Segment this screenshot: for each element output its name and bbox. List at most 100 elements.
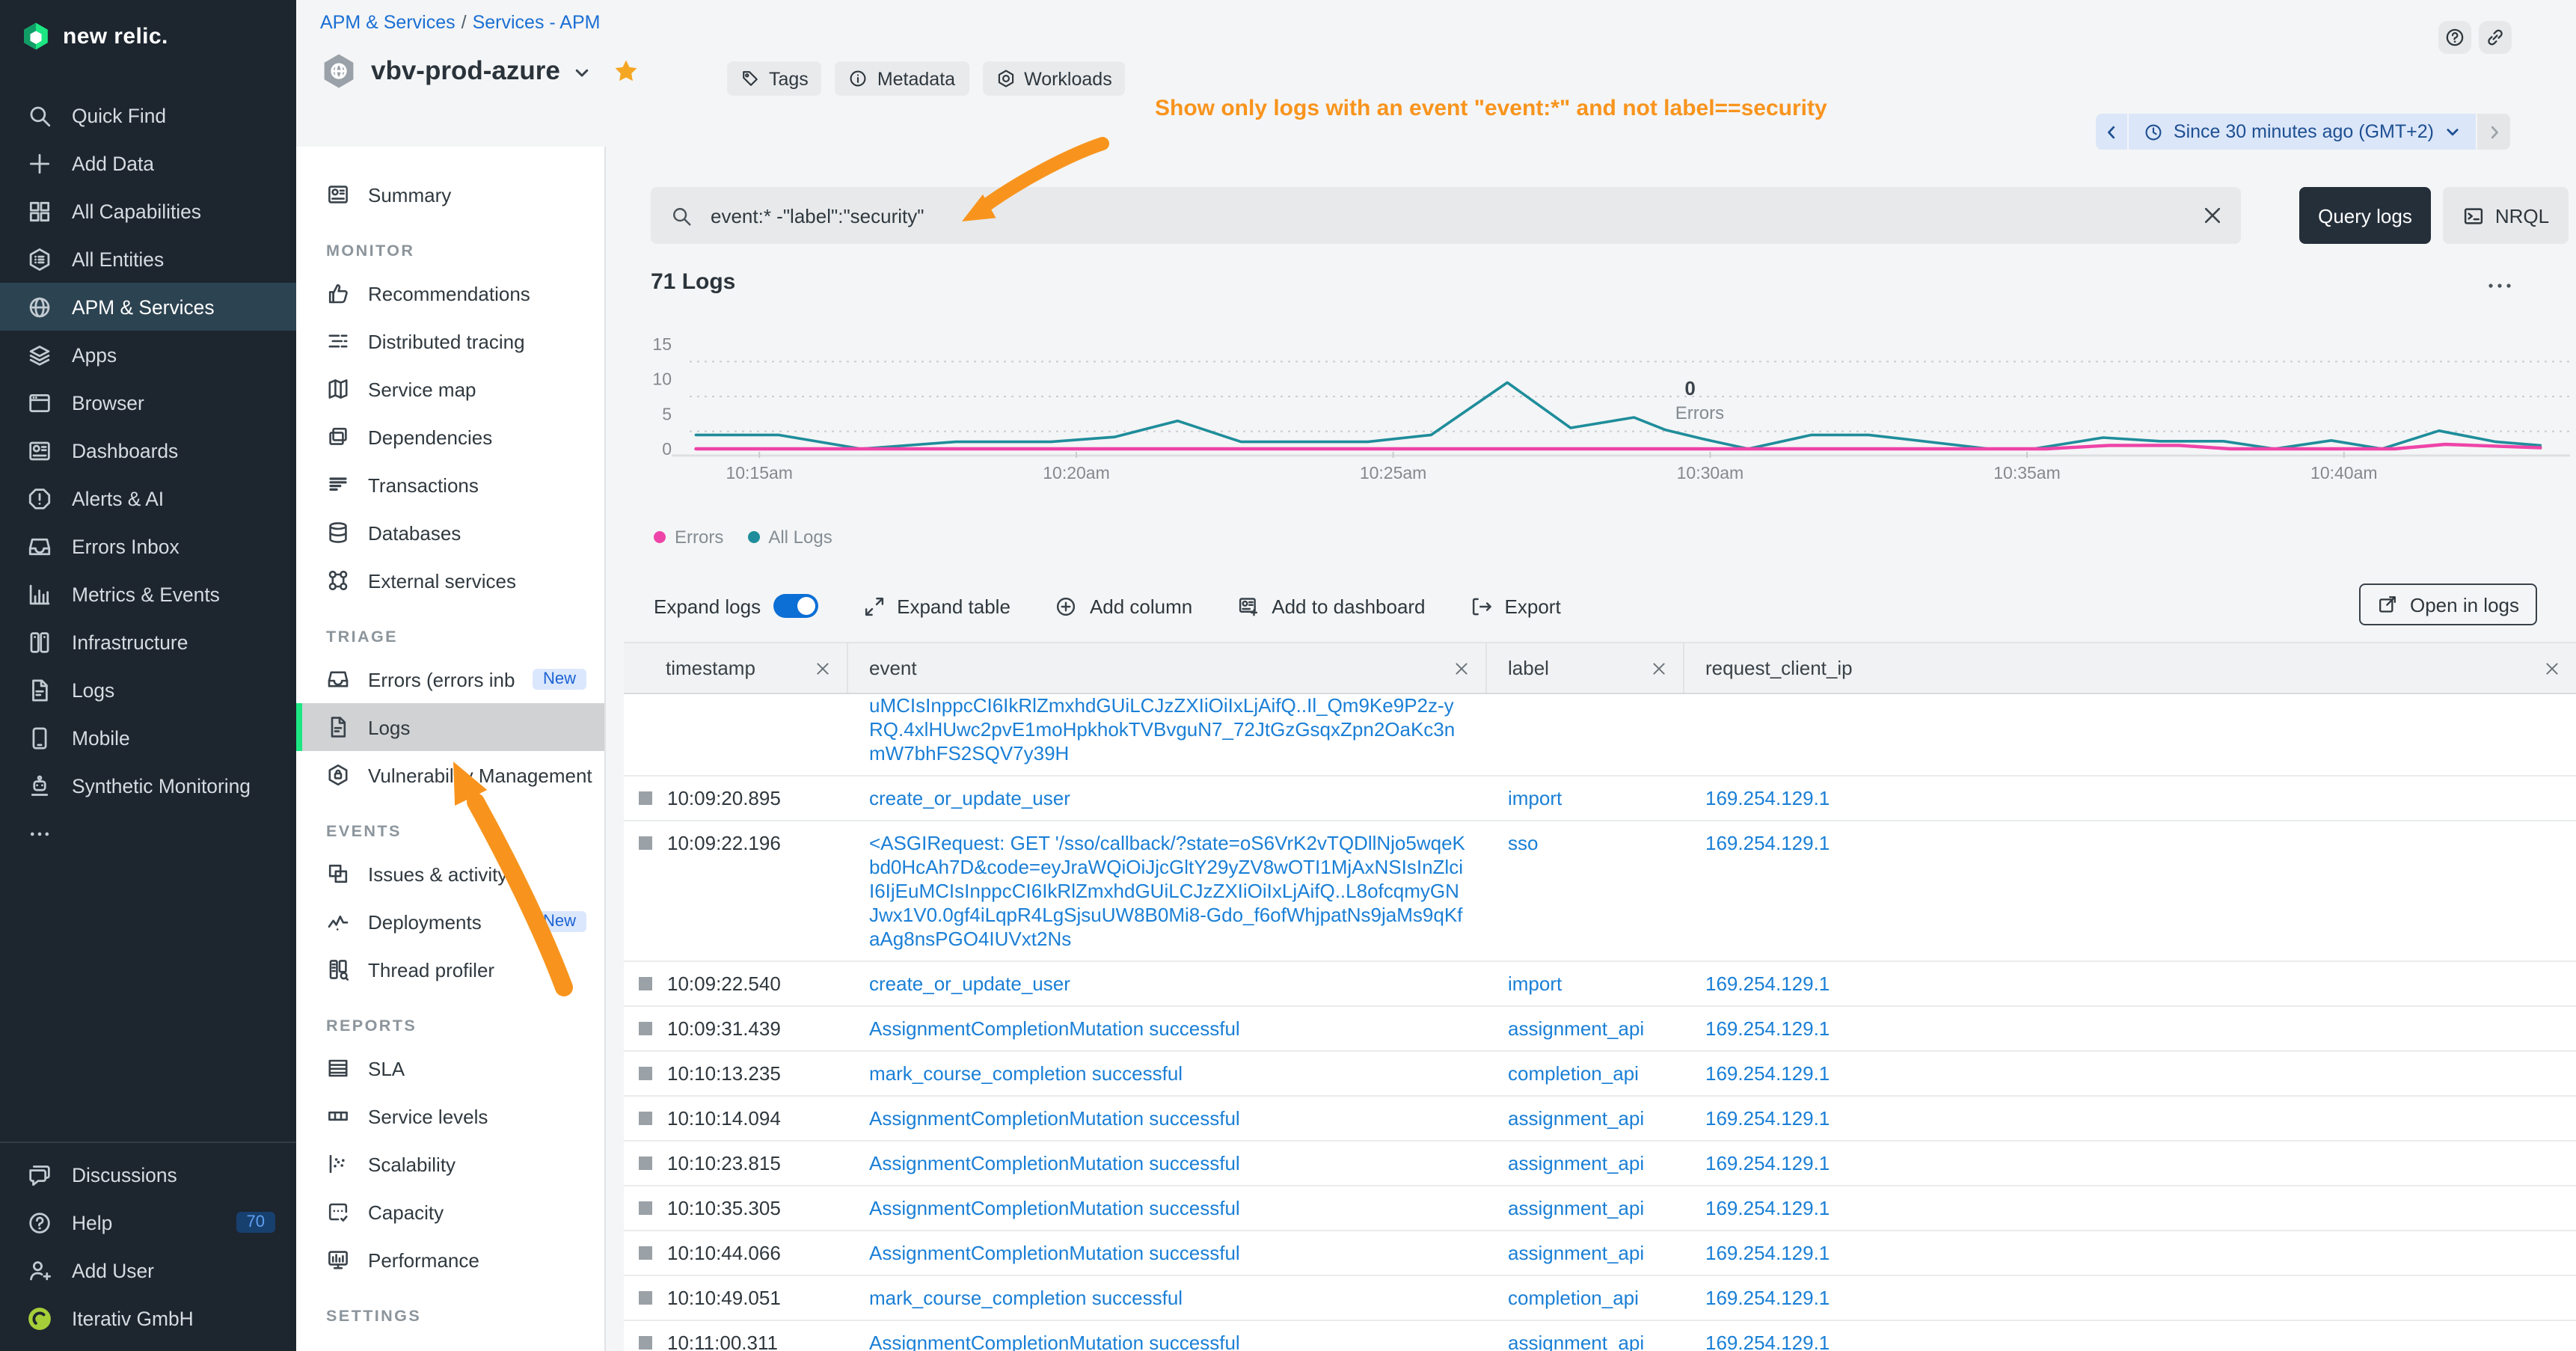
entity-chevron-down-icon[interactable]: [574, 64, 592, 82]
row-marker-icon[interactable]: [639, 1201, 652, 1215]
log-row[interactable]: 10:10:14.094AssignmentCompletionMutation…: [624, 1097, 2576, 1142]
help-button[interactable]: [2438, 21, 2471, 54]
event-link[interactable]: AssignmentCompletionMutation successful: [869, 1332, 1240, 1351]
subnav-item-external-services[interactable]: External services: [296, 557, 604, 604]
event-link[interactable]: <ASGIRequest: GET '/sso/callback/?state=…: [869, 832, 1466, 952]
sidebar-item-help[interactable]: Help70: [0, 1198, 296, 1246]
event-link[interactable]: AssignmentCompletionMutation successful: [869, 1017, 1240, 1041]
row-marker-icon[interactable]: [639, 791, 652, 805]
log-row[interactable]: 10:10:13.235mark_course_completion succe…: [624, 1052, 2576, 1097]
log-row[interactable]: JUQVU&code=eyJraWQiOiJjcGltY29yZV8wOTI1M…: [624, 694, 2576, 776]
remove-column-icon[interactable]: [2543, 659, 2561, 677]
subnav-item-thread-profiler[interactable]: Thread profiler: [296, 946, 604, 993]
row-marker-icon[interactable]: [639, 977, 652, 990]
logs-timeseries-chart[interactable]: 15105010:15am10:20am10:25am10:30am10:35a…: [651, 311, 2576, 497]
sidebar-item-mobile[interactable]: Mobile: [0, 714, 296, 762]
breadcrumb-apm-services[interactable]: APM & Services: [320, 12, 456, 33]
subnav-item-service-levels[interactable]: Service levels: [296, 1092, 604, 1140]
label-link[interactable]: assignment_api: [1508, 1152, 1644, 1176]
column-header-event[interactable]: event: [848, 643, 1487, 693]
new-relic-logo[interactable]: new relic.: [0, 0, 296, 51]
row-marker-icon[interactable]: [639, 1022, 652, 1035]
remove-column-icon[interactable]: [814, 659, 832, 677]
ip-link[interactable]: 169.254.129.1: [1705, 787, 1830, 811]
time-picker-next-button[interactable]: [2477, 114, 2510, 150]
row-marker-icon[interactable]: [639, 836, 652, 850]
log-row[interactable]: 10:09:31.439AssignmentCompletionMutation…: [624, 1007, 2576, 1052]
favorite-star-icon[interactable]: [614, 58, 640, 84]
ip-link[interactable]: 169.254.129.1: [1705, 1332, 1830, 1351]
sidebar-item-add-data[interactable]: Add Data: [0, 139, 296, 187]
log-search-field[interactable]: [651, 187, 2241, 244]
metadata-button[interactable]: Metadata: [835, 61, 969, 96]
log-row[interactable]: 10:10:23.815AssignmentCompletionMutation…: [624, 1142, 2576, 1186]
row-marker-icon[interactable]: [639, 1067, 652, 1080]
remove-column-icon[interactable]: [1650, 659, 1668, 677]
expand-table-button[interactable]: Expand table: [862, 595, 1011, 617]
label-link[interactable]: import: [1508, 972, 1562, 996]
expand-logs-button[interactable]: Expand logs: [654, 594, 818, 618]
sidebar-item-dashboards[interactable]: Dashboards: [0, 426, 296, 474]
row-marker-icon[interactable]: [639, 1157, 652, 1170]
nrql-button[interactable]: NRQL: [2443, 187, 2569, 244]
add-column-button[interactable]: Add column: [1055, 595, 1192, 617]
event-link[interactable]: AssignmentCompletionMutation successful: [869, 1152, 1240, 1176]
workloads-button[interactable]: Workloads: [982, 61, 1126, 96]
ip-link[interactable]: 169.254.129.1: [1705, 1287, 1830, 1311]
sidebar-item-add-user[interactable]: Add User: [0, 1246, 296, 1294]
event-link[interactable]: AssignmentCompletionMutation successful: [869, 1197, 1240, 1221]
log-row[interactable]: 10:11:00.311AssignmentCompletionMutation…: [624, 1321, 2576, 1351]
permalink-button[interactable]: [2479, 21, 2512, 54]
label-link[interactable]: completion_api: [1508, 1062, 1639, 1086]
subnav-item-transactions[interactable]: Transactions: [296, 461, 604, 509]
sidebar-item-quick-find[interactable]: Quick Find: [0, 91, 296, 139]
sidebar-item-alerts-ai[interactable]: Alerts & AI: [0, 474, 296, 522]
subnav-item-service-map[interactable]: Service map: [296, 365, 604, 413]
label-link[interactable]: sso: [1508, 832, 1538, 856]
sidebar-item-infrastructure[interactable]: Infrastructure: [0, 618, 296, 666]
subnav-item-sla[interactable]: SLA: [296, 1044, 604, 1092]
log-row[interactable]: 10:10:44.066AssignmentCompletionMutation…: [624, 1231, 2576, 1276]
sidebar-item-all-entities[interactable]: All Entities: [0, 235, 296, 283]
subnav-item-capacity[interactable]: Capacity: [296, 1188, 604, 1236]
ip-link[interactable]: 169.254.129.1: [1705, 1242, 1830, 1266]
ip-link[interactable]: 169.254.129.1: [1705, 972, 1830, 996]
event-link[interactable]: mark_course_completion successful: [869, 1287, 1183, 1311]
log-row[interactable]: 10:10:49.051mark_course_completion succe…: [624, 1276, 2576, 1321]
search-input[interactable]: [708, 203, 2241, 228]
query-logs-button[interactable]: Query logs: [2299, 187, 2431, 244]
sidebar-item-all-capabilities[interactable]: All Capabilities: [0, 187, 296, 235]
row-marker-icon[interactable]: [639, 1291, 652, 1305]
subnav-item-databases[interactable]: Databases: [296, 509, 604, 557]
legend-item-all-logs[interactable]: All Logs: [747, 527, 832, 548]
entity-name[interactable]: vbv-prod-azure: [371, 55, 560, 87]
event-link[interactable]: create_or_update_user: [869, 972, 1070, 996]
log-row[interactable]: 10:09:22.196<ASGIRequest: GET '/sso/call…: [624, 821, 2576, 962]
label-link[interactable]: assignment_api: [1508, 1017, 1644, 1041]
event-link[interactable]: AssignmentCompletionMutation successful: [869, 1107, 1240, 1131]
label-link[interactable]: completion_api: [1508, 1287, 1639, 1311]
sidebar-item-synthetic-monitoring[interactable]: Synthetic Monitoring: [0, 762, 296, 809]
log-row[interactable]: 10:09:22.540create_or_update_userimport1…: [624, 962, 2576, 1007]
add-to-dashboard-button[interactable]: Add to dashboard: [1237, 595, 1425, 617]
sidebar-item-browser[interactable]: Browser: [0, 379, 296, 426]
subnav-item-vulnerability-management[interactable]: Vulnerability Management: [296, 751, 604, 799]
label-link[interactable]: import: [1508, 787, 1562, 811]
sidebar-item-discussions[interactable]: Discussions: [0, 1151, 296, 1198]
breadcrumb-services-apm[interactable]: Services - APM: [473, 12, 601, 33]
clear-search-icon[interactable]: [2201, 203, 2224, 227]
label-link[interactable]: assignment_api: [1508, 1332, 1644, 1351]
sidebar-item-logs[interactable]: Logs: [0, 666, 296, 714]
sidebar-item-more[interactable]: [0, 809, 296, 857]
ip-link[interactable]: 169.254.129.1: [1705, 1197, 1830, 1221]
subnav-item-recommendations[interactable]: Recommendations: [296, 269, 604, 317]
subnav-item-distributed-tracing[interactable]: Distributed tracing: [296, 317, 604, 365]
legend-item-errors[interactable]: Errors: [654, 527, 723, 548]
event-link[interactable]: create_or_update_user: [869, 787, 1070, 811]
row-marker-icon[interactable]: [639, 1336, 652, 1350]
subnav-item-deployments[interactable]: DeploymentsNew: [296, 898, 604, 946]
sidebar-item-apm-services[interactable]: APM & Services: [0, 283, 296, 331]
subnav-item-summary[interactable]: Summary: [296, 171, 604, 218]
export-button[interactable]: Export: [1471, 595, 1561, 617]
column-header-timestamp[interactable]: timestamp: [624, 643, 848, 693]
